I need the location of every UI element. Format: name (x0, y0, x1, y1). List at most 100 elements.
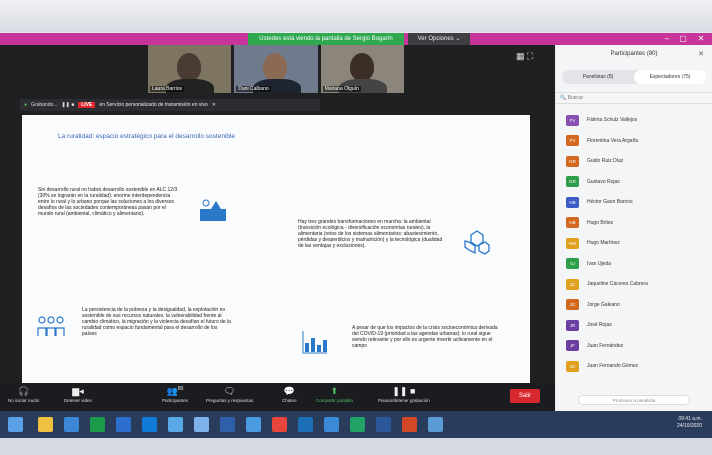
participant-name: Ivan Ujeda (587, 260, 611, 267)
search-icon: 🔍 (560, 95, 567, 101)
qa-label: Preguntas y respuestas (206, 398, 254, 403)
participant-name: Guido Ruiz Díaz (587, 158, 624, 165)
participants-panel: Participantes (80) ✕ Panelistas (8) Espe… (556, 45, 712, 411)
app5-icon[interactable] (428, 417, 443, 432)
participant-row[interactable]: JR José Rojas (566, 315, 706, 336)
thumbnail-name: Mariana Olguín (322, 86, 361, 92)
clock[interactable]: 09:41 a.m. 24/10/2020 (677, 416, 702, 430)
participant-name: Jaqueline Cáceres Cabrera (587, 281, 648, 288)
participant-row[interactable]: GR Gustavo Rojas (566, 172, 706, 193)
store-icon[interactable] (90, 417, 105, 432)
tab-attendees[interactable]: Espectadores (75) (634, 70, 706, 84)
app2-icon[interactable] (246, 417, 261, 432)
chrome-icon[interactable] (272, 417, 287, 432)
participant-row[interactable]: JF Juan Fernández (566, 336, 706, 357)
exit-button[interactable]: Salir (510, 389, 540, 403)
tab-panelists[interactable]: Panelistas (8) (562, 70, 634, 84)
participant-name: Hugo Britez (587, 219, 614, 226)
promote-button[interactable]: Promover a panelista (578, 395, 690, 405)
video-thumbnail-3[interactable]: Mariana Olguín (320, 45, 404, 93)
chat-label: Chateo (282, 398, 297, 403)
app-icon[interactable] (64, 417, 79, 432)
gallery-view-icon[interactable]: ▦ ⛶ (516, 51, 533, 62)
participants-button[interactable]: 👥80 Participantes (162, 386, 188, 403)
participants-count: 80 (177, 386, 184, 392)
close-icon[interactable]: ✕ (694, 33, 708, 45)
view-options-button[interactable]: Ver Opciones ⌄ (408, 33, 470, 45)
outlook-icon[interactable] (142, 417, 157, 432)
qa-icon: 🗨 (223, 386, 236, 396)
participant-face (349, 53, 374, 81)
pause-icon[interactable]: ❚❚ ■ (61, 102, 74, 108)
bar-chart-icon (300, 327, 330, 357)
participant-avatar: JC (566, 278, 579, 290)
share-screen-button[interactable]: ⬆ Compartir pantalla (316, 386, 353, 403)
zoom-taskbar-icon[interactable] (220, 417, 235, 432)
search-input[interactable]: 🔍 Buscar (556, 92, 712, 104)
participants-label: Participantes (162, 398, 189, 403)
participant-avatar: JG (566, 360, 579, 372)
participant-row[interactable]: JG Juan Fernando Gómez (566, 356, 706, 377)
powerpoint-icon[interactable] (402, 417, 417, 432)
camera-icon: ▆◂ (72, 386, 84, 396)
app3-icon[interactable] (298, 417, 313, 432)
landscape-icon (198, 195, 228, 225)
record-label: Pausar/detener grabación (378, 398, 430, 403)
participant-avatar: GR (566, 176, 579, 188)
panel-close-icon[interactable]: ✕ (698, 50, 704, 58)
video-button[interactable]: ▆◂ Detener video (64, 386, 92, 403)
minimize-icon[interactable]: – (660, 33, 674, 45)
participant-name: Juan Fernando Gómez (587, 363, 639, 370)
excel-icon[interactable] (350, 417, 365, 432)
participant-avatar: HB (566, 217, 579, 229)
participant-avatar: IU (566, 258, 579, 270)
share-toolbar: ● Grabando... ❚❚ ■ LIVE en Servicio pers… (20, 99, 320, 111)
maximize-icon[interactable]: ▢ (676, 33, 690, 45)
audio-button[interactable]: 🎧 No iniciar Audio (8, 386, 39, 403)
participant-name: Gustavo Rojas (587, 178, 620, 185)
participant-row[interactable]: HM Hugo Martínez (566, 233, 706, 254)
video-thumbnail-1[interactable]: Laura Barrios (148, 45, 232, 93)
record-icon[interactable]: ● (24, 102, 27, 108)
participant-row[interactable]: IU Ivan Ujeda (566, 254, 706, 275)
thumbnail-name: Dani Calbano (236, 86, 271, 92)
participant-row[interactable]: GR Guido Ruiz Díaz (566, 151, 706, 172)
panel-title: Participantes (80) (610, 51, 658, 57)
chat-button[interactable]: 💬 Chateo (282, 386, 297, 403)
participant-avatar: HB (566, 196, 579, 208)
video-thumbnail-2[interactable]: Dani Calbano (234, 45, 318, 93)
stream-status: en Servicio personalizado de transmisión… (99, 102, 208, 108)
file-explorer-icon[interactable] (38, 417, 53, 432)
participant-tabs: Panelistas (8) Espectadores (75) (562, 70, 706, 84)
word-icon[interactable] (376, 417, 391, 432)
live-badge[interactable]: LIVE (78, 102, 96, 108)
slide-title: La ruralidad: espacio estratégico para e… (58, 133, 236, 140)
windows-taskbar: 09:41 a.m. 24/10/2020 (0, 411, 712, 438)
app4-icon[interactable] (324, 417, 339, 432)
participant-row[interactable]: HB Héctor Gaon Barrios (566, 192, 706, 213)
edge-icon[interactable] (116, 417, 131, 432)
close-stream-icon[interactable]: ✕ (212, 102, 216, 108)
headphones-icon: 🎧 (18, 386, 30, 396)
photos-icon[interactable] (194, 417, 209, 432)
chat-icon: 💬 (283, 386, 295, 396)
participant-row[interactable]: JC Jaqueline Cáceres Cabrera (566, 274, 706, 295)
search-placeholder: Buscar (567, 95, 584, 101)
folder-icon[interactable] (168, 417, 183, 432)
background-header (0, 0, 712, 32)
audio-label: No iniciar Audio (8, 398, 40, 403)
participant-row[interactable]: FV Florentina Vera Argaña (566, 131, 706, 152)
qa-button[interactable]: 🗨 Preguntas y respuestas (206, 386, 253, 403)
participant-row[interactable]: JG Jorge Galeano (566, 295, 706, 316)
background-footer (0, 438, 712, 455)
video-thumbnails: Laura Barrios Dani Calbano Mariana Olguí… (148, 45, 404, 93)
participant-face (263, 53, 288, 81)
participant-avatar: FV (566, 135, 579, 147)
participant-avatar: JF (566, 340, 579, 352)
participant-name: Jorge Galeano (587, 301, 620, 308)
participant-row[interactable]: HB Hugo Britez (566, 213, 706, 234)
windows-start-icon[interactable] (8, 417, 23, 432)
participant-name: Hugo Martínez (587, 240, 620, 247)
participant-row[interactable]: FV Fátima Schulz Vallejos (566, 110, 706, 131)
record-button[interactable]: ❚❚ ■ Pausar/detener grabación (378, 386, 430, 403)
